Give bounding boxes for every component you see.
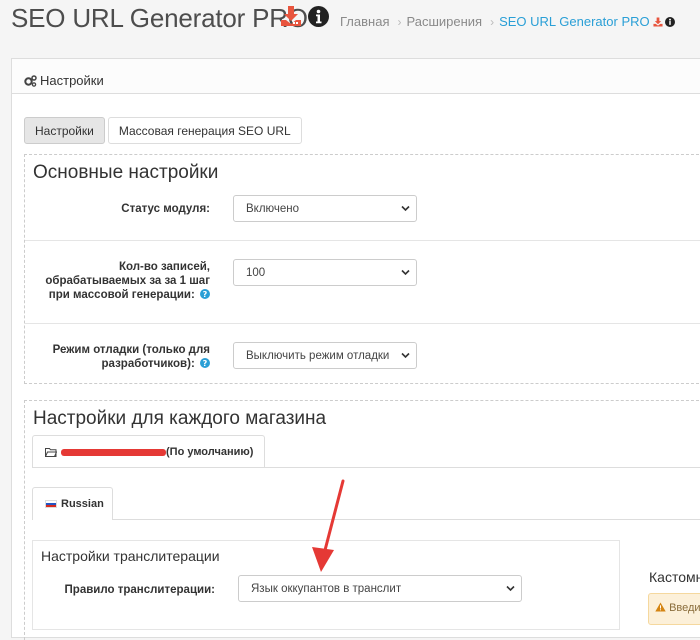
breadcrumb-current[interactable]: SEO URL Generator PRO	[499, 14, 650, 29]
custom-settings-heading: Кастомн	[649, 569, 700, 585]
translit-rule-select[interactable]: Язык оккупантов в транслит	[238, 575, 522, 602]
tab-divider	[112, 519, 700, 520]
info-icon	[664, 16, 675, 27]
main-tabs: Настройки Массовая генерация SEO URL	[24, 117, 305, 144]
svg-text:?: ?	[203, 290, 208, 299]
chevron-down-icon	[506, 585, 515, 592]
page-title: SEO URL Generator PRO	[11, 3, 308, 33]
row-divider	[25, 240, 700, 241]
breadcrumb: Главная › Расширения › SEO URL Generator…	[340, 14, 675, 29]
chevron-down-icon	[401, 205, 410, 212]
panel-heading-text: Настройки	[40, 73, 104, 88]
chevron-down-icon	[401, 269, 410, 276]
warning-icon	[655, 602, 666, 612]
debug-mode-label: Режим отладки (только для разработчиков)…	[52, 344, 210, 370]
translit-rule-value: Язык оккупантов в транслит	[251, 582, 402, 595]
translit-settings-title: Настройки транслитерации	[41, 548, 220, 564]
debug-mode-value: Выключить режим отладки	[246, 349, 390, 362]
breadcrumb-home[interactable]: Главная	[340, 14, 389, 29]
chevron-down-icon	[401, 352, 410, 359]
basic-settings-legend: Основные настройки	[33, 162, 219, 183]
module-status-select[interactable]: Включено	[233, 195, 417, 222]
panel-heading: Настройки	[12, 59, 700, 94]
tab-divider	[32, 467, 700, 468]
tab-store-default[interactable]: (По умолчанию)	[32, 435, 265, 468]
svg-text:?: ?	[203, 359, 208, 368]
translit-rule-label: Правило транслитерации:	[64, 584, 215, 596]
help-icon[interactable]: ?	[200, 289, 210, 299]
batch-size-select[interactable]: 100	[233, 259, 417, 286]
batch-size-label: Кол-во записей, обрабатываемых за за 1 ш…	[45, 261, 210, 301]
page-header: SEO URL Generator PRO Главная › Расширен…	[0, 0, 700, 38]
gears-icon	[24, 74, 37, 87]
tab-language-russian[interactable]: Russian	[32, 487, 113, 520]
breadcrumb-separator: ›	[397, 14, 402, 29]
module-status-value: Включено	[246, 202, 300, 215]
language-tab-label: Russian	[61, 498, 104, 510]
store-settings-legend: Настройки для каждого магазина	[33, 408, 327, 429]
breadcrumb-extensions[interactable]: Расширения	[406, 14, 482, 29]
row-divider	[25, 323, 700, 324]
warning-alert: Введи	[648, 593, 700, 625]
batch-size-value: 100	[246, 266, 266, 279]
breadcrumb-separator: ›	[490, 14, 495, 29]
folder-icon	[45, 448, 57, 457]
debug-mode-select[interactable]: Выключить режим отладки	[233, 342, 417, 369]
module-status-label: Статус модуля:	[121, 203, 210, 215]
tab-settings[interactable]: Настройки	[24, 117, 105, 144]
info-icon[interactable]	[308, 6, 329, 27]
help-icon[interactable]: ?	[200, 358, 210, 368]
redacted-store-name	[61, 448, 166, 456]
store-tab-suffix: (По умолчанию)	[166, 446, 254, 458]
warning-text: Введи	[669, 602, 700, 614]
download-icon	[653, 16, 663, 27]
tab-bulk-generation[interactable]: Массовая генерация SEO URL	[107, 117, 302, 144]
download-icon[interactable]	[280, 5, 302, 27]
flag-ru-icon	[45, 500, 57, 508]
